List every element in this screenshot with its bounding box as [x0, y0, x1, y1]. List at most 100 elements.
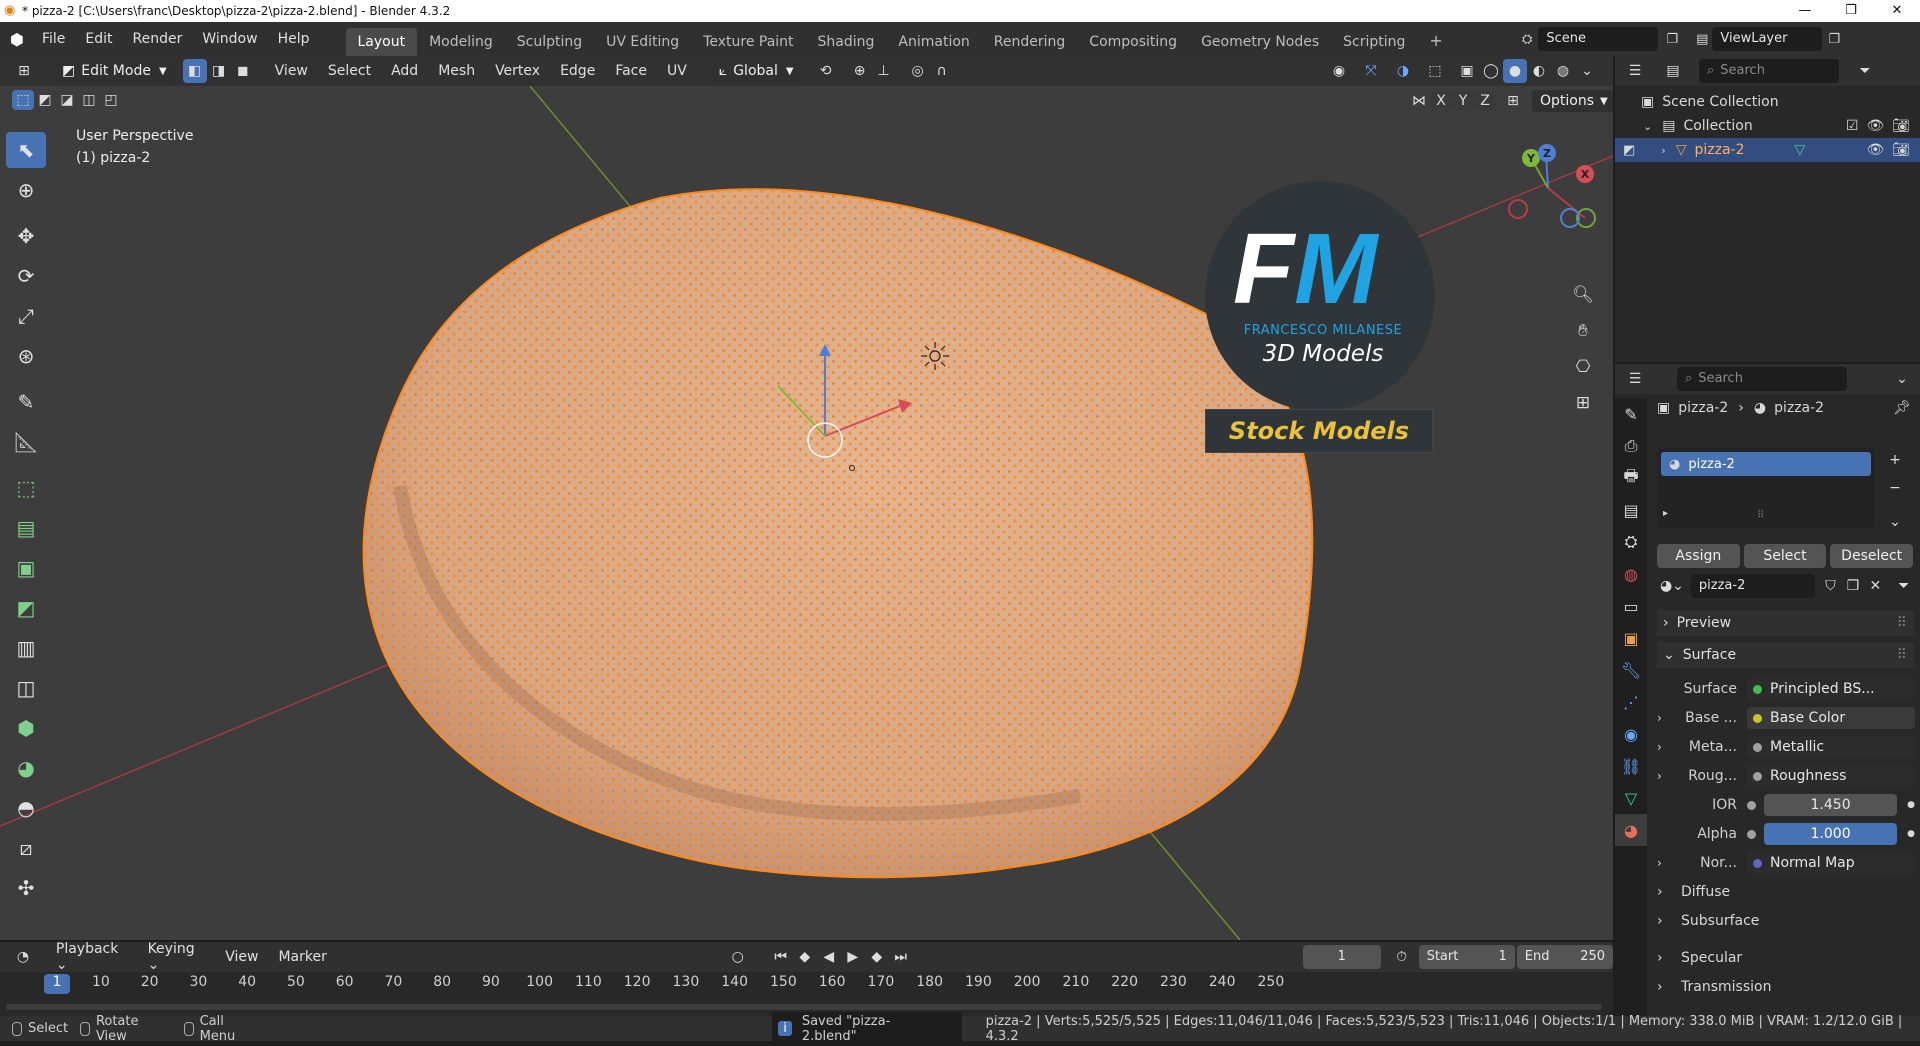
end-frame-field[interactable]: End 250 [1516, 945, 1614, 969]
assign-button[interactable]: Assign [1657, 544, 1740, 568]
annotate-tool-icon[interactable]: ✎ [6, 384, 46, 420]
menu-edit[interactable]: Edit [75, 31, 122, 47]
timeline-scrollbar[interactable] [6, 1004, 1602, 1010]
timeline-ruler[interactable]: 1 10 20 30 40 50 60 70 80 90 100 110 120 130 140 150 160… [0, 974, 1613, 996]
knife-tool-icon[interactable]: ◫ [6, 670, 46, 706]
gizmo-toggle-icon[interactable]: ⤧ [1359, 59, 1383, 83]
xray-icon[interactable]: ▣ [1455, 59, 1479, 83]
chevron-down-icon[interactable]: ⌄ [1890, 367, 1914, 391]
menu-playback[interactable]: Playback ⌄ [46, 941, 138, 973]
viewlayer-field[interactable]: ViewLayer [1712, 27, 1823, 51]
preview-panel-header[interactable]: › Preview ⠿ [1657, 610, 1915, 636]
snap-icon[interactable]: ⊕ [848, 59, 872, 83]
object-tab-icon[interactable]: ▣ [1615, 622, 1647, 654]
display-mode-icon[interactable]: ▤ [1661, 59, 1685, 83]
loop-cut-tool-icon[interactable]: ▥ [6, 630, 46, 666]
3d-viewport[interactable]: FM FRANCESCO MILANESE 3D Models Stock Mo… [0, 56, 1613, 940]
bevel-tool-icon[interactable]: ◩ [6, 590, 46, 626]
material-filter-icon[interactable]: ⏷ [1893, 574, 1915, 598]
editor-type-icon[interactable]: ⊞ [12, 59, 36, 83]
fake-user-icon[interactable]: ⛉ [1819, 574, 1841, 598]
edge-select-icon[interactable]: ◨ [207, 59, 231, 83]
particles-tab-icon[interactable]: ⋰ [1615, 686, 1647, 718]
menu-select[interactable]: Select [318, 63, 381, 79]
transform-orientation-dropdown[interactable]: ⟀ Global ▼ [710, 59, 802, 83]
duplicate-material-icon[interactable]: ❐ [1842, 574, 1864, 598]
select-subtract-icon[interactable]: ◪ [56, 90, 78, 110]
shading-solid-icon[interactable]: ● [1503, 59, 1527, 83]
remove-slot-icon[interactable]: − [1883, 476, 1907, 500]
perspective-toggle-icon[interactable]: ⊞ [1568, 390, 1598, 416]
play-icon[interactable]: ▶ [841, 945, 865, 969]
auto-merge-icon[interactable]: ⊞ [1502, 91, 1524, 111]
edge-slide-tool-icon[interactable]: ⧄ [6, 830, 46, 866]
modifier-tab-icon[interactable]: 🔧︎ [1615, 654, 1647, 686]
new-viewlayer-icon[interactable]: ❐ [1828, 32, 1840, 47]
tab-texture-paint[interactable]: Texture Paint [691, 28, 805, 56]
add-cube-tool-icon[interactable]: ⬚ [6, 470, 46, 506]
add-slot-icon[interactable]: + [1883, 448, 1907, 472]
chevron-right-icon[interactable]: › [1657, 711, 1677, 725]
scene-selector-icon[interactable]: ⛭ [1522, 32, 1532, 47]
current-frame-field[interactable]: 1 [1302, 945, 1381, 969]
auto-keying-icon[interactable]: ○ [727, 945, 749, 969]
menu-help[interactable]: Help [268, 31, 320, 47]
shading-material-icon[interactable]: ◐ [1527, 59, 1551, 83]
stopwatch-icon[interactable]: ⏱ [1391, 945, 1413, 969]
material-name-field[interactable]: pizza-2 [1690, 574, 1816, 598]
resize-handle-icon[interactable]: ⠿ [1757, 510, 1764, 521]
minimize-button[interactable]: — [1782, 0, 1828, 22]
menu-uv[interactable]: UV [657, 63, 697, 79]
tab-geometry-nodes[interactable]: Geometry Nodes [1189, 28, 1331, 56]
ior-field[interactable]: 1.450 [1764, 794, 1898, 816]
mirror-x-toggle[interactable]: X [1430, 91, 1452, 111]
select-invert-icon[interactable]: ◫ [78, 90, 100, 110]
normal-map-field[interactable]: Normal Map [1747, 852, 1915, 874]
metallic-field[interactable]: Metallic [1747, 736, 1915, 758]
keyframe-dot-icon[interactable]: ● [1907, 829, 1915, 839]
data-tab-icon[interactable]: ▽ [1615, 782, 1647, 814]
menu-view[interactable]: View [265, 63, 318, 79]
render-camera-icon[interactable]: 📷︎ [1892, 118, 1910, 134]
pivot-icon[interactable]: ⟲ [814, 59, 838, 83]
tab-animation[interactable]: Animation [886, 28, 981, 56]
jump-keyframe-back-icon[interactable]: ◆ [793, 945, 817, 969]
pan-hand-icon[interactable]: ✋︎ [1568, 318, 1598, 344]
jump-keyframe-forward-icon[interactable]: ◆ [865, 945, 889, 969]
outliner-editor-icon[interactable]: ☰ [1623, 59, 1647, 83]
menu-window[interactable]: Window [192, 31, 267, 47]
menu-marker[interactable]: Marker [268, 949, 336, 965]
mirror-y-toggle[interactable]: Y [1452, 91, 1474, 111]
visibility-icon[interactable]: ◉ [1327, 59, 1351, 83]
pin-icon[interactable]: 📌︎ [1893, 400, 1911, 416]
select-extend-icon[interactable]: ◩ [34, 90, 56, 110]
shading-wireframe-icon[interactable]: ◯ [1479, 59, 1503, 83]
properties-search-input[interactable]: ⌕ Search [1677, 367, 1847, 391]
transform-tool-icon[interactable]: ⊛ [6, 338, 46, 374]
slot-menu-icon[interactable]: ⌄ [1883, 510, 1907, 534]
maximize-button[interactable]: ❐ [1828, 0, 1874, 22]
outliner-row-scene-collection[interactable]: ▣ Scene Collection [1615, 90, 1920, 114]
poly-build-tool-icon[interactable]: ⬢ [6, 710, 46, 746]
drag-handle-icon[interactable]: ⠿ [1897, 615, 1907, 631]
new-scene-icon[interactable]: ❐ [1666, 32, 1678, 47]
navigation-gizmo[interactable]: X Y Z [1500, 136, 1600, 276]
view-layer-tab-icon[interactable]: ▤ [1615, 494, 1647, 526]
move-tool-icon[interactable]: ✥ [6, 218, 46, 254]
chevron-right-icon[interactable]: › [1657, 769, 1677, 783]
proportional-edit-icon[interactable]: ◎ [906, 59, 930, 83]
spin-tool-icon[interactable]: ◕ [6, 750, 46, 786]
tab-uv-editing[interactable]: UV Editing [594, 28, 691, 56]
snap-target-icon[interactable]: ⊥ [872, 59, 896, 83]
falloff-icon[interactable]: ∩ [930, 59, 954, 83]
unlink-material-icon[interactable]: ✕ [1864, 574, 1886, 598]
roughness-field[interactable]: Roughness [1747, 765, 1915, 787]
options-dropdown[interactable]: Options ▼ [1532, 90, 1613, 112]
menu-mesh[interactable]: Mesh [428, 63, 485, 79]
browse-material-icon[interactable]: ◕⌄ [1657, 574, 1687, 598]
blender-menu-icon[interactable]: ⬢ [10, 30, 24, 49]
shrink-fatten-tool-icon[interactable]: ✣ [6, 870, 46, 906]
inset-tool-icon[interactable]: ▣ [6, 550, 46, 586]
menu-edge[interactable]: Edge [550, 63, 605, 79]
smooth-tool-icon[interactable]: ◓ [6, 790, 46, 826]
